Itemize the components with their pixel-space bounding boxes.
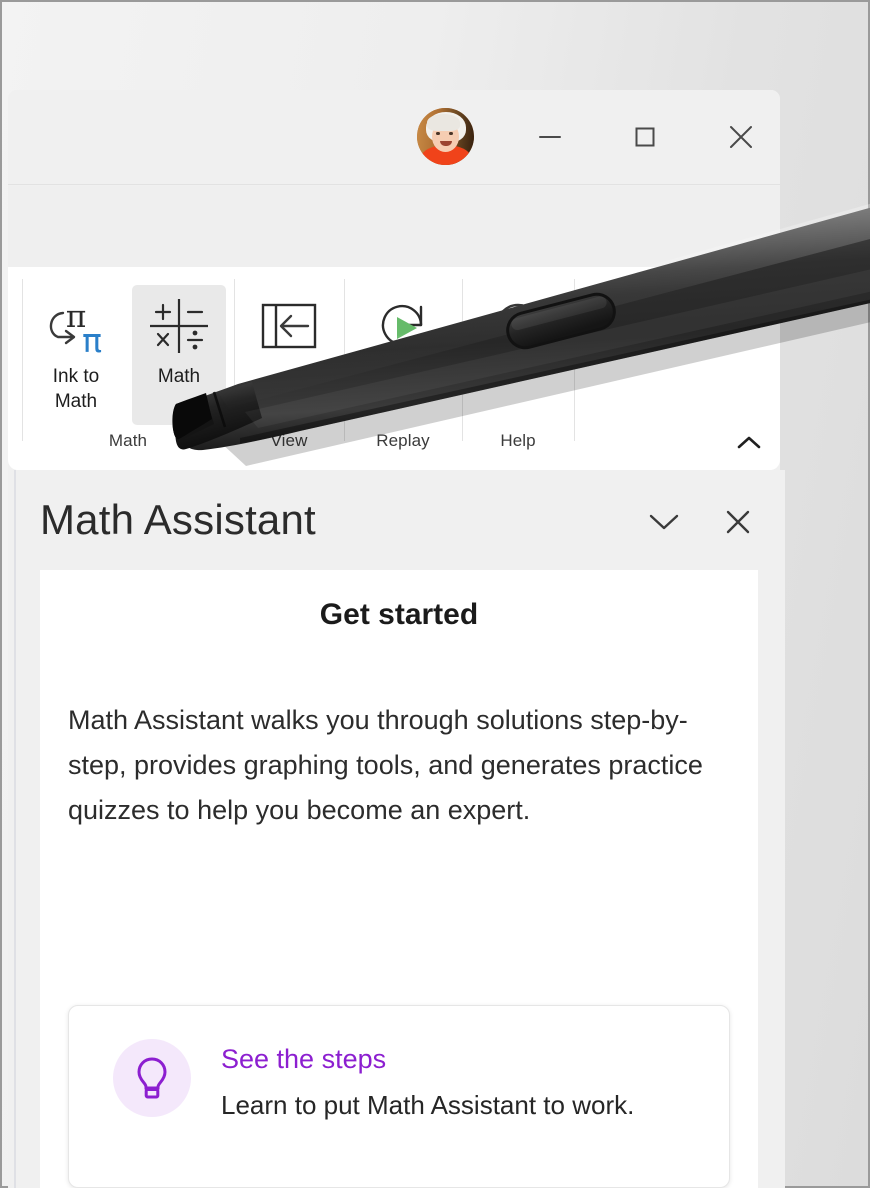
math-operators-icon [146, 295, 212, 357]
title-bar [8, 90, 780, 185]
see-the-steps-subtitle: Learn to put Math Assistant to work. [221, 1090, 635, 1120]
ribbon-button-math[interactable]: Math [132, 285, 226, 425]
collapse-ribbon-button[interactable] [732, 430, 766, 460]
dock-to-left-icon [258, 295, 320, 357]
page-title: Math Assistant [40, 496, 316, 543]
close-button[interactable] [718, 108, 764, 165]
avatar-image [417, 108, 474, 165]
label-line-1: Ink to [52, 366, 100, 387]
ribbon-button-dock-to-left[interactable] [248, 285, 330, 364]
lightbulb-icon [113, 1039, 191, 1117]
onenote-window: π π Ink to Math Math Math View Replay Re… [8, 90, 780, 470]
maximize-button[interactable] [622, 108, 668, 165]
ribbon-group-label-math: Math [108, 431, 148, 450]
close-icon [723, 507, 753, 542]
ribbon-group-label-help: Help [500, 431, 536, 450]
see-the-steps-card[interactable]: See the steps Learn to put Math Assistan… [68, 1005, 730, 1188]
maximize-icon [633, 125, 657, 149]
pane-left-divider [14, 470, 16, 1188]
ribbon-group-label-view: View [270, 431, 308, 450]
screenshot-root: Math Assistant Get started Math Assistan… [0, 0, 870, 1188]
help-icon [487, 295, 549, 357]
math-assistant-task-pane: Math Assistant Get started Math Assistan… [8, 470, 785, 1188]
ribbon-button-label: Replay [373, 366, 433, 387]
ribbon-button-help[interactable] [476, 285, 560, 364]
chevron-up-icon [735, 434, 763, 457]
task-pane-close-button[interactable] [714, 502, 762, 546]
ribbon-group-math: π π Ink to Math Math Math [22, 267, 234, 470]
label-line-2: Math [54, 391, 98, 412]
minimize-button[interactable] [527, 108, 573, 165]
task-pane-header: Math Assistant [8, 470, 785, 570]
svg-text:π: π [82, 321, 102, 355]
chevron-down-icon [647, 511, 681, 538]
ribbon-button-label: Math [157, 366, 201, 387]
task-pane-collapse-button[interactable] [640, 502, 688, 546]
get-started-heading: Get started [319, 598, 479, 631]
group-divider [574, 279, 575, 441]
ribbon-group-help: Help [462, 267, 574, 470]
ribbon-button-ink-to-math[interactable]: π π Ink to Math [26, 285, 126, 414]
ribbon-group-replay: Replay Replay [344, 267, 462, 470]
ribbon-tab-strip[interactable] [8, 186, 780, 268]
minimize-icon [538, 131, 562, 143]
replay-icon [371, 295, 435, 357]
user-avatar[interactable] [417, 108, 474, 165]
ribbon: π π Ink to Math Math Math View Replay Re… [8, 267, 780, 470]
ink-to-math-icon: π π [43, 295, 109, 357]
task-pane-content-card: Get started Math Assistant walks you thr… [40, 570, 758, 1188]
get-started-description: Math Assistant walks you through solutio… [68, 705, 703, 825]
ribbon-button-label: Ink to Math [53, 364, 99, 414]
ribbon-group-label-replay: Replay [376, 431, 430, 450]
ribbon-groups: π π Ink to Math Math Math View Replay Re… [8, 267, 780, 470]
ribbon-button-replay[interactable]: Replay [358, 285, 448, 389]
close-icon [728, 124, 754, 150]
ribbon-group-view: View [234, 267, 344, 470]
see-the-steps-title: See the steps [221, 1044, 387, 1074]
